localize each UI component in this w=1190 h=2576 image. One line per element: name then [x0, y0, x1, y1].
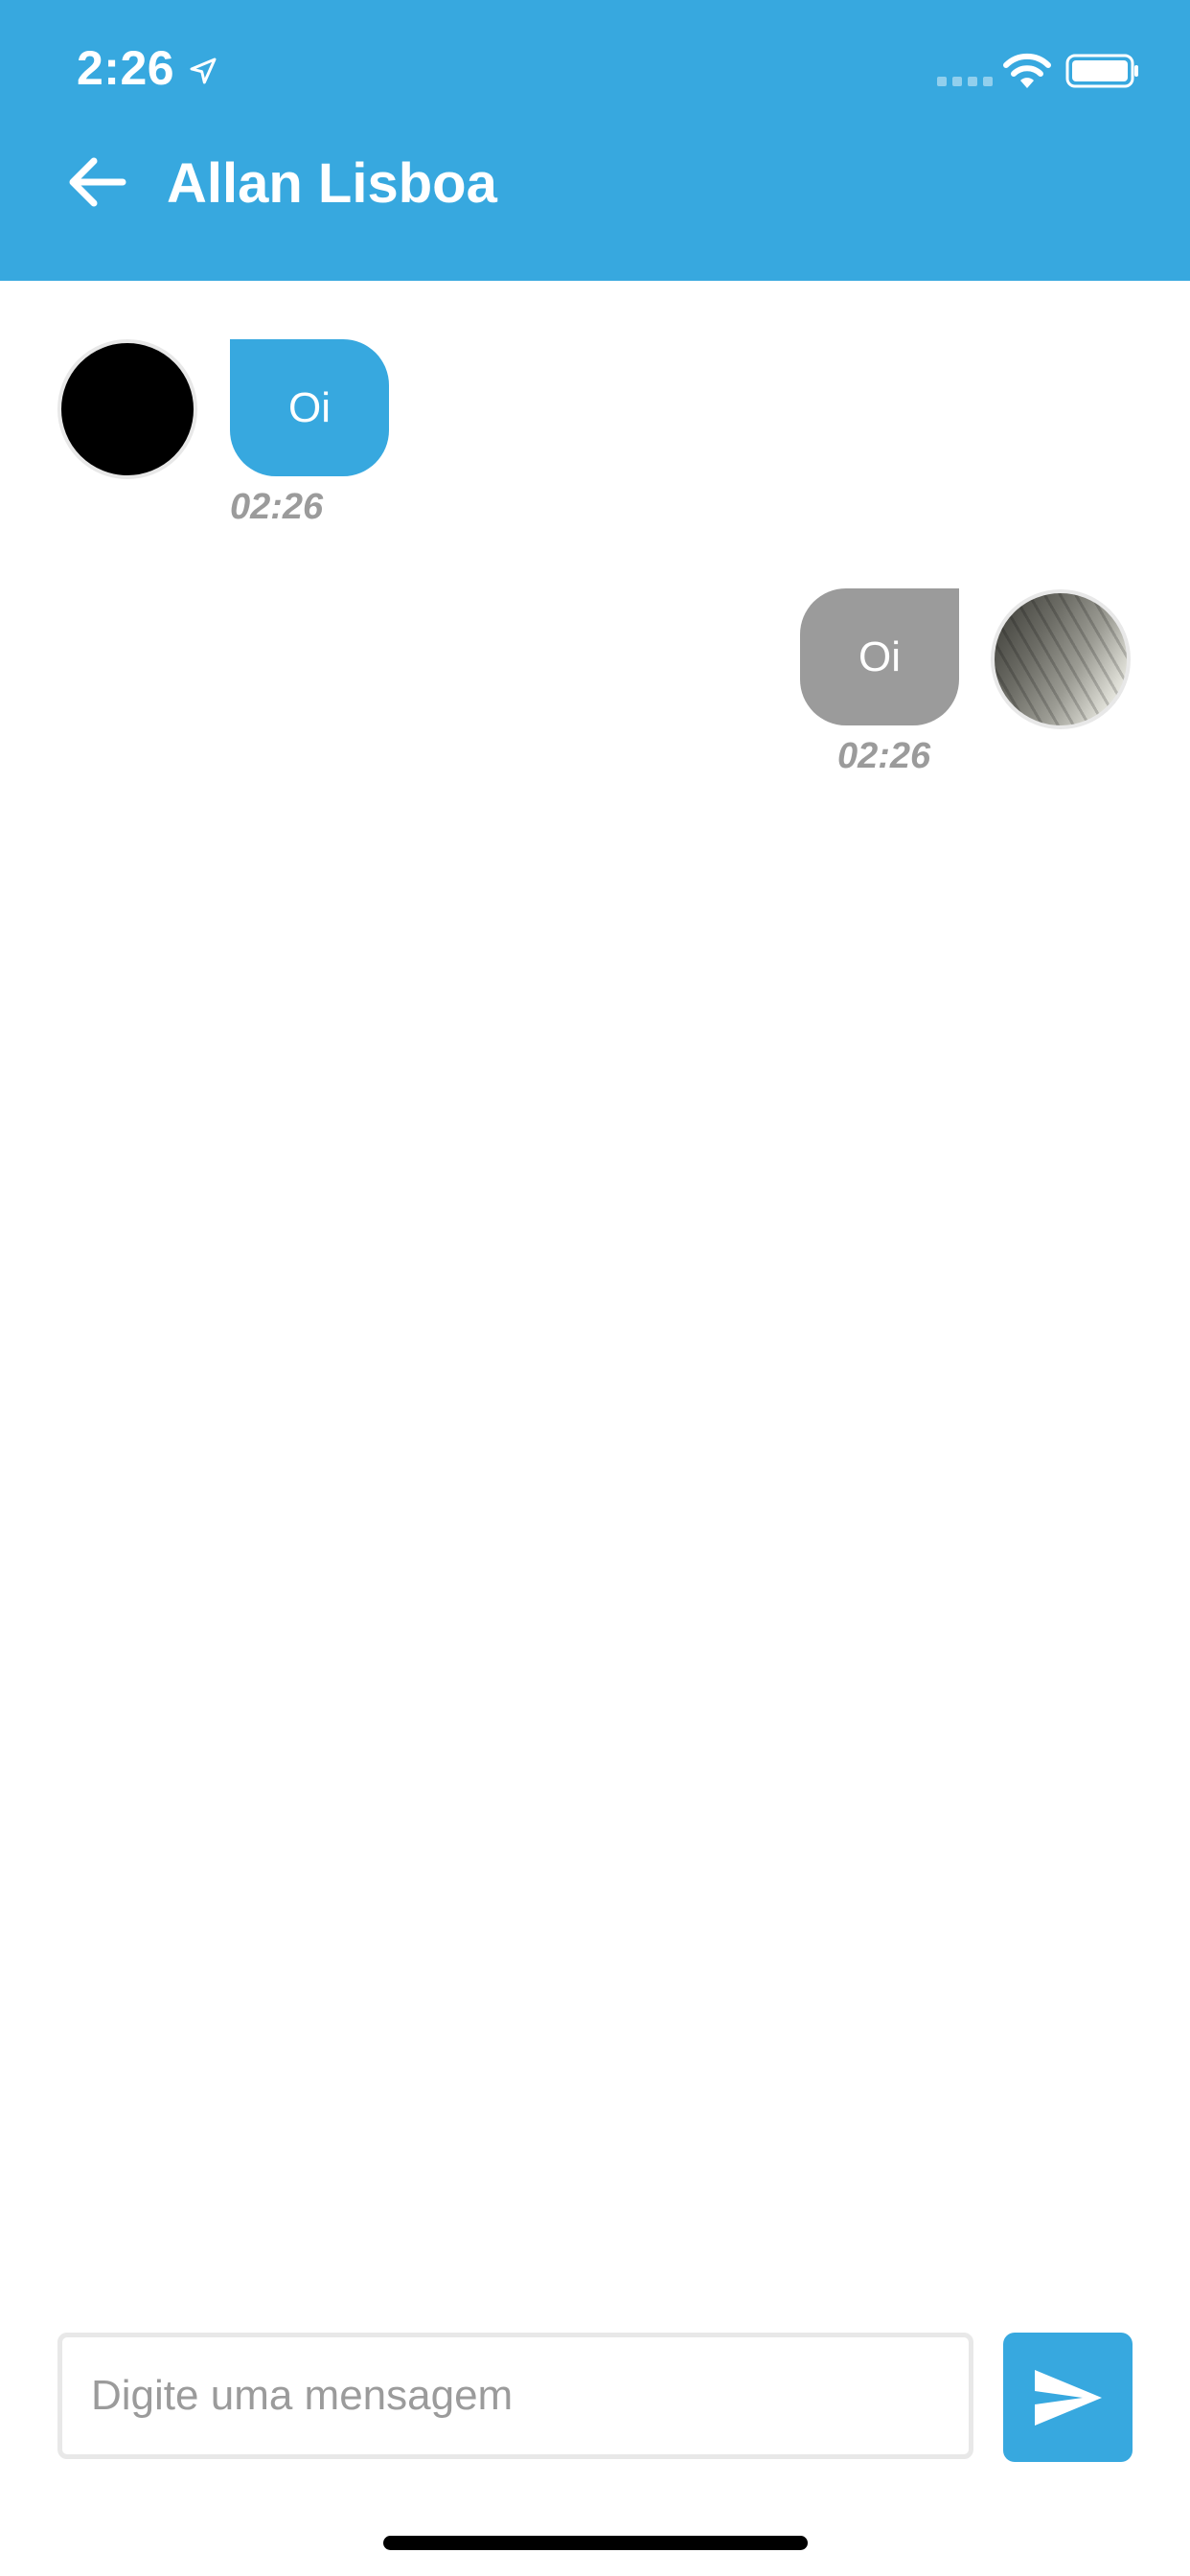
chat-title: Allan Lisboa — [167, 152, 497, 215]
message-bubble-sent: Oi — [800, 588, 959, 725]
send-button[interactable] — [1003, 2333, 1133, 2462]
message-text: Oi — [288, 383, 331, 431]
status-time: 2:26 — [77, 41, 175, 95]
user-avatar — [991, 589, 1131, 729]
battery-icon — [1065, 54, 1138, 88]
message-bubble-received: Oi — [230, 339, 389, 476]
contact-avatar — [57, 339, 197, 479]
wifi-icon — [1003, 53, 1051, 88]
cellular-signal-icon — [937, 77, 993, 86]
message-time: 02:26 — [837, 736, 931, 776]
message-time: 02:26 — [230, 487, 324, 527]
location-arrow-icon — [190, 58, 217, 84]
send-icon — [1034, 2369, 1102, 2426]
message-input[interactable] — [57, 2333, 973, 2459]
home-indicator — [383, 2536, 808, 2550]
back-button[interactable] — [63, 153, 130, 211]
app-header: 2:26 Allan Lisboa — [0, 0, 1190, 281]
message-text: Oi — [858, 632, 901, 680]
arrow-left-icon — [69, 157, 126, 207]
